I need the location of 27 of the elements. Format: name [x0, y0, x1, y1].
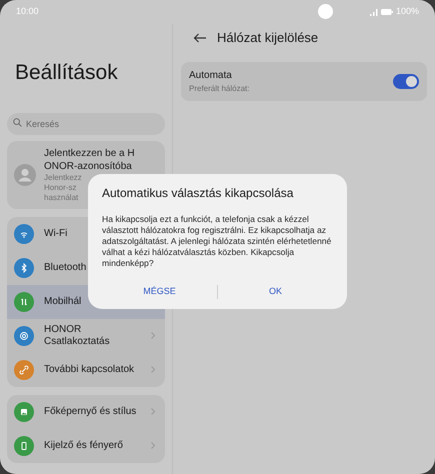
item-label: Főképernyő és stílus — [44, 406, 136, 418]
back-arrow-icon[interactable] — [193, 33, 207, 43]
settings-item[interactable]: További kapcsolatok — [7, 352, 165, 386]
setting-sublabel: Preferált hálózat: — [189, 83, 250, 95]
ok-button[interactable]: OK — [218, 280, 333, 304]
account-subtitle: Honor-sz — [44, 182, 78, 192]
settings-item[interactable]: Főképernyő és stílus — [7, 394, 165, 428]
setting-label: Automata — [189, 69, 233, 83]
settings-item[interactable]: HONOR Csatlakoztatás — [7, 318, 165, 352]
item-label: Mobilhál — [44, 296, 82, 308]
account-subtitle: Jelentkezz — [44, 172, 83, 182]
signal-icon — [370, 8, 378, 16]
item-label: Bluetooth — [44, 262, 86, 274]
battery-icon — [380, 9, 393, 15]
item-label: Kijelző és fényerő — [44, 440, 123, 452]
account-title: Jelentkezzen be a H ONOR-azonosítóba — [44, 146, 136, 172]
item-label: HONOR Csatlakoztatás — [44, 324, 111, 348]
page-title: Hálózat kijelölése — [217, 29, 318, 48]
settings-item[interactable]: Kijelző és fényerő — [7, 428, 165, 462]
item-label: További kapcsolatok — [44, 364, 134, 376]
avatar-icon — [14, 164, 36, 186]
item-label: Wi-Fi — [44, 228, 68, 240]
toggle-switch[interactable] — [393, 74, 419, 89]
dialog-message: Ha kikapcsolja ezt a funkciót, a telefonja csak a kézzel választott hálózatokra fog regisztrálni. Ez kikapcsolhatja az adatszolgáltatást. A jelenlegi hálózata szintén elérhetetlenné válhat a kézi hálózatválasztás közben. Kikapcsolja mindenképp? — [102, 214, 332, 269]
page-title: Beállítások — [15, 60, 118, 86]
search-field[interactable]: Keresés — [7, 112, 165, 134]
camera-hole — [318, 4, 333, 19]
